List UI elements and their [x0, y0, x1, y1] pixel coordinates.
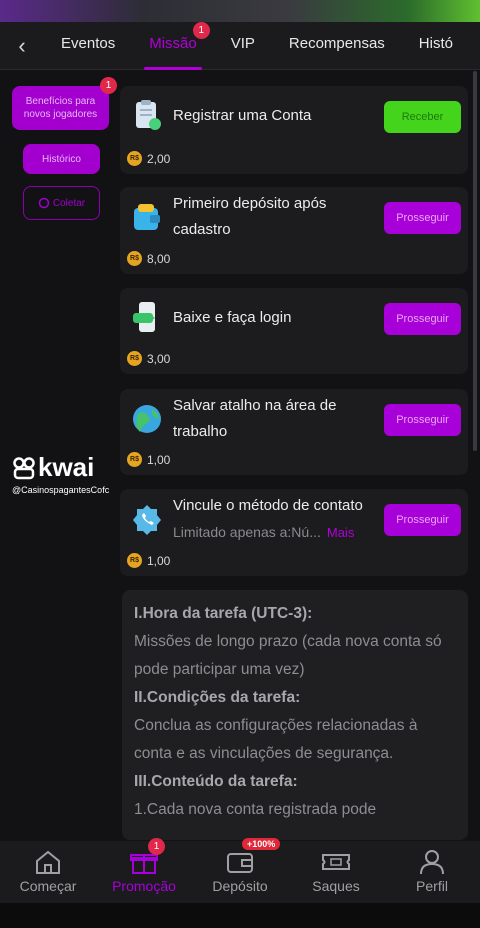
coin-icon: R$: [127, 251, 142, 266]
task-card-download-login: Baixe e faça login Prosseguir R$ 3,00: [120, 288, 468, 374]
reward: R$ 1,00: [127, 452, 170, 467]
clipboard-icon: [136, 100, 161, 130]
reward-amount: 1,00: [147, 452, 171, 467]
sidebar-item-label: Coletar: [52, 197, 86, 209]
tab-vip[interactable]: VIP: [214, 22, 272, 70]
reward: R$ 2,00: [127, 151, 170, 166]
task-card-first-deposit: Primeiro depósito após cadastro Prossegui…: [120, 187, 468, 274]
coin-icon: R$: [127, 553, 142, 568]
tab-label: Eventos: [61, 34, 116, 52]
reward-amount: 8,00: [147, 251, 171, 266]
task-title-line: Primeiro depósito após: [173, 195, 327, 212]
kwai-brand: kwai: [38, 452, 95, 482]
nav-label: Perfil: [416, 878, 448, 894]
rules-heading: I.Hora da tarefa (UTC-3):: [134, 605, 313, 622]
bottom-nav: Começar 1 Promoção +100% Depósito Saques…: [0, 838, 480, 903]
coin-icon: R$: [127, 452, 142, 467]
wallet-icon: [134, 204, 160, 230]
tab-label: Missão: [149, 34, 197, 52]
task-card-shortcut: Salvar atalho na área de trabalho Prosseg…: [120, 389, 468, 475]
task-title: Salvar atalho na área de trabalho: [173, 393, 336, 445]
more-link[interactable]: Mais: [327, 525, 354, 540]
back-icon[interactable]: ‹: [0, 33, 44, 59]
refresh-icon: [38, 197, 50, 209]
nav-promocao[interactable]: 1 Promoção: [96, 838, 192, 903]
sidebar-item-coletar[interactable]: Coletar: [23, 186, 100, 220]
home-icon: [36, 850, 60, 874]
task-subtitle: Limitado apenas a:Nú... Mais: [173, 524, 354, 540]
proceed-button[interactable]: Prosseguir: [384, 202, 461, 234]
ticket-icon: [322, 854, 350, 870]
coin-icon: R$: [127, 151, 142, 166]
phone-badge-icon: [133, 505, 161, 535]
nav-saques[interactable]: Saques: [288, 841, 384, 903]
rules-text: Missões de longo prazo (cada nova conta …: [134, 633, 442, 678]
tab-eventos[interactable]: Eventos: [44, 22, 132, 70]
proceed-button[interactable]: Prosseguir: [384, 404, 461, 436]
task-rules: I.Hora da tarefa (UTC-3): Missões de lon…: [122, 590, 468, 840]
kwai-icon: [13, 456, 35, 479]
system-nav-bar: [0, 903, 480, 928]
task-title-line: Salvar atalho na área de: [173, 397, 337, 414]
tab-missao[interactable]: Missão 1: [132, 21, 214, 70]
reward: R$ 3,00: [127, 351, 170, 366]
tab-historico[interactable]: Histó: [402, 22, 453, 70]
sidebar-item-label: Benefícios para novos jogadores: [23, 96, 98, 120]
rules-heading: II.Condições da tarefa:: [134, 689, 301, 706]
phone-download-icon: [133, 302, 155, 332]
nav-deposito[interactable]: +100% Depósito: [192, 838, 288, 903]
task-title: Vincule o método de contato: [173, 497, 363, 514]
globe-icon: [133, 405, 161, 433]
kwai-handle: @CasinospagantesCofc: [12, 485, 110, 495]
task-title-line: cadastro: [173, 221, 231, 238]
top-tab-bar: ‹ Eventos Missão 1 VIP Recompensas Histó: [0, 21, 480, 70]
sidebar-item-historico[interactable]: Histórico: [23, 144, 100, 174]
task-card-contact: Vincule o método de contato Limitado ape…: [120, 489, 468, 576]
kwai-logo: kwai: [12, 452, 127, 483]
notification-badge: 1: [192, 21, 210, 39]
task-title-line: trabalho: [173, 423, 228, 440]
sidebar-item-label: Histórico: [42, 153, 81, 165]
bonus-badge: +100%: [242, 838, 281, 850]
task-title: Primeiro depósito após cadastro: [173, 191, 326, 243]
nav-comecar[interactable]: Começar: [0, 841, 96, 903]
notification-badge: 1: [100, 77, 117, 94]
task-card-register: Registrar uma Conta Receber R$ 2,00: [120, 86, 468, 174]
coin-icon: R$: [127, 351, 142, 366]
reward-amount: 2,00: [147, 151, 171, 166]
rules-heading: III.Conteúdo da tarefa:: [134, 773, 298, 790]
top-strip: [0, 0, 480, 22]
sidebar-item-new-players[interactable]: Benefícios para novos jogadores 1: [12, 77, 117, 130]
proceed-button[interactable]: Prosseguir: [384, 504, 461, 536]
proceed-button[interactable]: Prosseguir: [384, 303, 461, 335]
reward-amount: 1,00: [147, 553, 171, 568]
task-title: Baixe e faça login: [173, 309, 292, 326]
reward: R$ 8,00: [127, 251, 170, 266]
wallet-icon: [227, 853, 253, 873]
tab-label: Histó: [418, 34, 453, 52]
rules-text: 1.Cada nova conta registrada pode: [134, 801, 377, 818]
reward: R$ 1,00: [127, 553, 170, 568]
nav-perfil[interactable]: Perfil: [384, 841, 480, 903]
receive-button[interactable]: Receber: [384, 101, 461, 133]
scrollbar[interactable]: [473, 71, 477, 451]
task-title: Registrar uma Conta: [173, 107, 312, 124]
nav-label: Começar: [19, 878, 77, 894]
task-subtitle-text: Limitado apenas a:Nú...: [173, 524, 321, 540]
rules-text: Conclua as configurações relacionadas à …: [134, 717, 418, 762]
tab-label: VIP: [230, 34, 255, 52]
nav-label: Promoção: [112, 878, 176, 894]
tab-label: Recompensas: [288, 34, 385, 52]
notification-badge: 1: [148, 838, 165, 855]
nav-label: Saques: [312, 878, 360, 894]
reward-amount: 3,00: [147, 351, 171, 366]
person-icon: [420, 850, 444, 875]
nav-label: Depósito: [212, 878, 268, 894]
kwai-watermark: kwai @CasinospagantesCofc: [12, 452, 127, 496]
tab-recompensas[interactable]: Recompensas: [272, 22, 402, 70]
